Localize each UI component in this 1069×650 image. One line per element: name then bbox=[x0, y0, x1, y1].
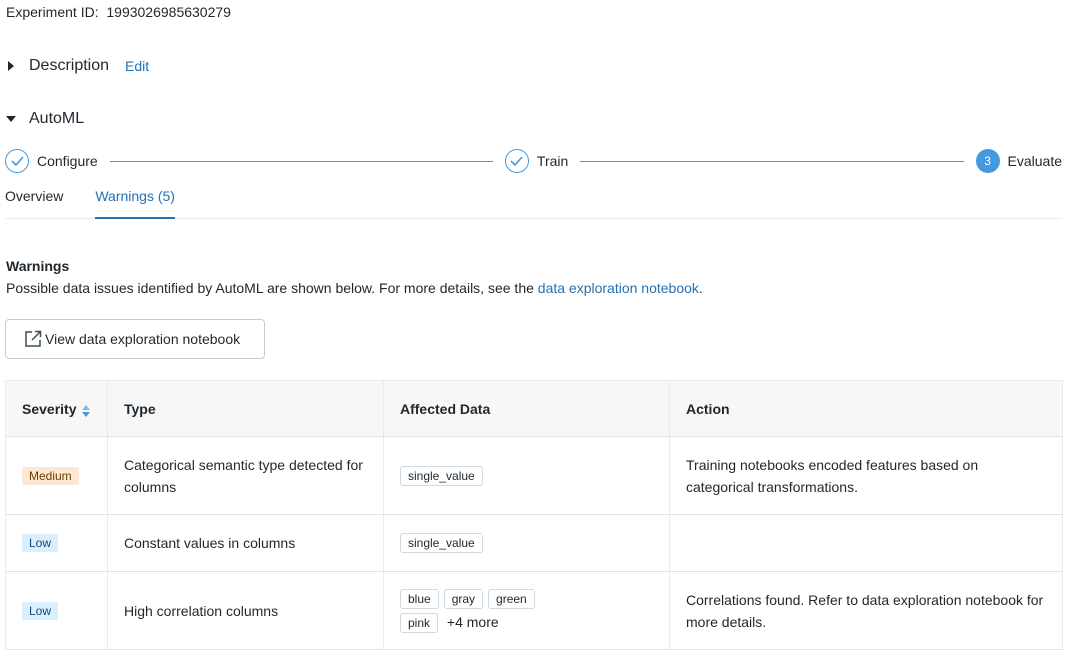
step-train: Train bbox=[504, 149, 569, 173]
affected-data-cell: single_value bbox=[383, 514, 670, 572]
tab-overview[interactable]: Overview bbox=[5, 178, 63, 219]
column-tag: gray bbox=[443, 588, 484, 609]
warnings-table: Severity Type Affected Data Action Mediu… bbox=[5, 380, 1063, 650]
column-tag: pink bbox=[400, 612, 439, 633]
caret-down-icon[interactable] bbox=[6, 114, 16, 124]
automl-stepper: Configure Train 3 Evaluate bbox=[5, 148, 1062, 174]
data-exploration-notebook-link[interactable]: data exploration notebook bbox=[538, 280, 699, 296]
affected-data-cell: single_value bbox=[383, 436, 670, 515]
action-cell: Correlations found. Refer to data explor… bbox=[669, 571, 1063, 650]
column-tag: green bbox=[488, 588, 535, 609]
column-header-affected-data: Affected Data bbox=[383, 380, 670, 437]
experiment-id-label: Experiment ID: bbox=[6, 4, 99, 20]
step-label: Train bbox=[536, 153, 569, 169]
description-section: Description Edit bbox=[6, 57, 149, 75]
type-cell: High correlation columns bbox=[107, 571, 384, 650]
external-link-icon bbox=[24, 330, 42, 348]
table-header-row: Severity Type Affected Data Action bbox=[5, 380, 1063, 437]
warnings-description-text: Possible data issues identified by AutoM… bbox=[6, 280, 538, 296]
action-cell bbox=[669, 514, 1063, 572]
experiment-id-value: 1993026985630279 bbox=[106, 4, 231, 20]
column-header-type: Type bbox=[107, 380, 384, 437]
column-header-label: Severity bbox=[22, 400, 77, 417]
severity-cell: Low bbox=[5, 514, 108, 572]
severity-cell: Medium bbox=[5, 436, 108, 515]
type-cell: Categorical semantic type detected for c… bbox=[107, 436, 384, 515]
automl-section: AutoML bbox=[6, 110, 84, 128]
column-tag: single_value bbox=[400, 533, 483, 553]
column-header-action: Action bbox=[669, 380, 1063, 437]
experiment-id: Experiment ID: 1993026985630279 bbox=[6, 4, 231, 20]
automl-title[interactable]: AutoML bbox=[29, 110, 84, 128]
step-connector bbox=[109, 160, 493, 162]
tab-warnings[interactable]: Warnings (5) bbox=[95, 178, 175, 219]
column-header-severity[interactable]: Severity bbox=[5, 380, 108, 437]
step-label: Evaluate bbox=[1007, 153, 1063, 169]
description-title[interactable]: Description bbox=[29, 57, 109, 75]
action-cell: Training notebooks encoded features base… bbox=[669, 436, 1063, 515]
table-row: Low Constant values in columns single_va… bbox=[5, 514, 1063, 572]
severity-badge: Low bbox=[22, 534, 59, 552]
view-notebook-button-label: View data exploration notebook bbox=[45, 331, 241, 347]
severity-badge: Low bbox=[22, 601, 59, 620]
step-configure: Configure bbox=[5, 149, 98, 173]
sort-icon[interactable] bbox=[82, 404, 91, 417]
step-number: 3 bbox=[975, 149, 1000, 173]
step-evaluate: 3 Evaluate bbox=[975, 149, 1063, 173]
description-edit-link[interactable]: Edit bbox=[125, 58, 149, 74]
affected-data-cell: blue gray green pink +4 more bbox=[383, 571, 670, 650]
step-connector bbox=[580, 160, 964, 162]
warnings-description: Possible data issues identified by AutoM… bbox=[6, 280, 703, 296]
table-row: Medium Categorical semantic type detecte… bbox=[5, 436, 1063, 515]
view-notebook-button[interactable]: View data exploration notebook bbox=[5, 319, 265, 359]
experiment-page: Experiment ID: 1993026985630279 Descript… bbox=[0, 0, 1069, 650]
caret-right-icon[interactable] bbox=[6, 61, 16, 71]
step-label: Configure bbox=[37, 153, 98, 169]
severity-cell: Low bbox=[5, 571, 108, 650]
check-icon bbox=[504, 149, 529, 173]
warnings-description-end: . bbox=[698, 280, 703, 296]
column-tag: blue bbox=[400, 588, 439, 609]
severity-badge: Medium bbox=[22, 466, 79, 485]
table-row: Low High correlation columns blue gray gre… bbox=[5, 571, 1063, 650]
type-cell: Constant values in columns bbox=[107, 514, 384, 572]
results-tabs: Overview Warnings (5) bbox=[5, 178, 1062, 219]
more-tags-link[interactable]: +4 more bbox=[447, 614, 499, 630]
warnings-heading: Warnings bbox=[6, 258, 70, 274]
check-icon bbox=[5, 149, 29, 173]
column-tag: single_value bbox=[400, 465, 483, 486]
